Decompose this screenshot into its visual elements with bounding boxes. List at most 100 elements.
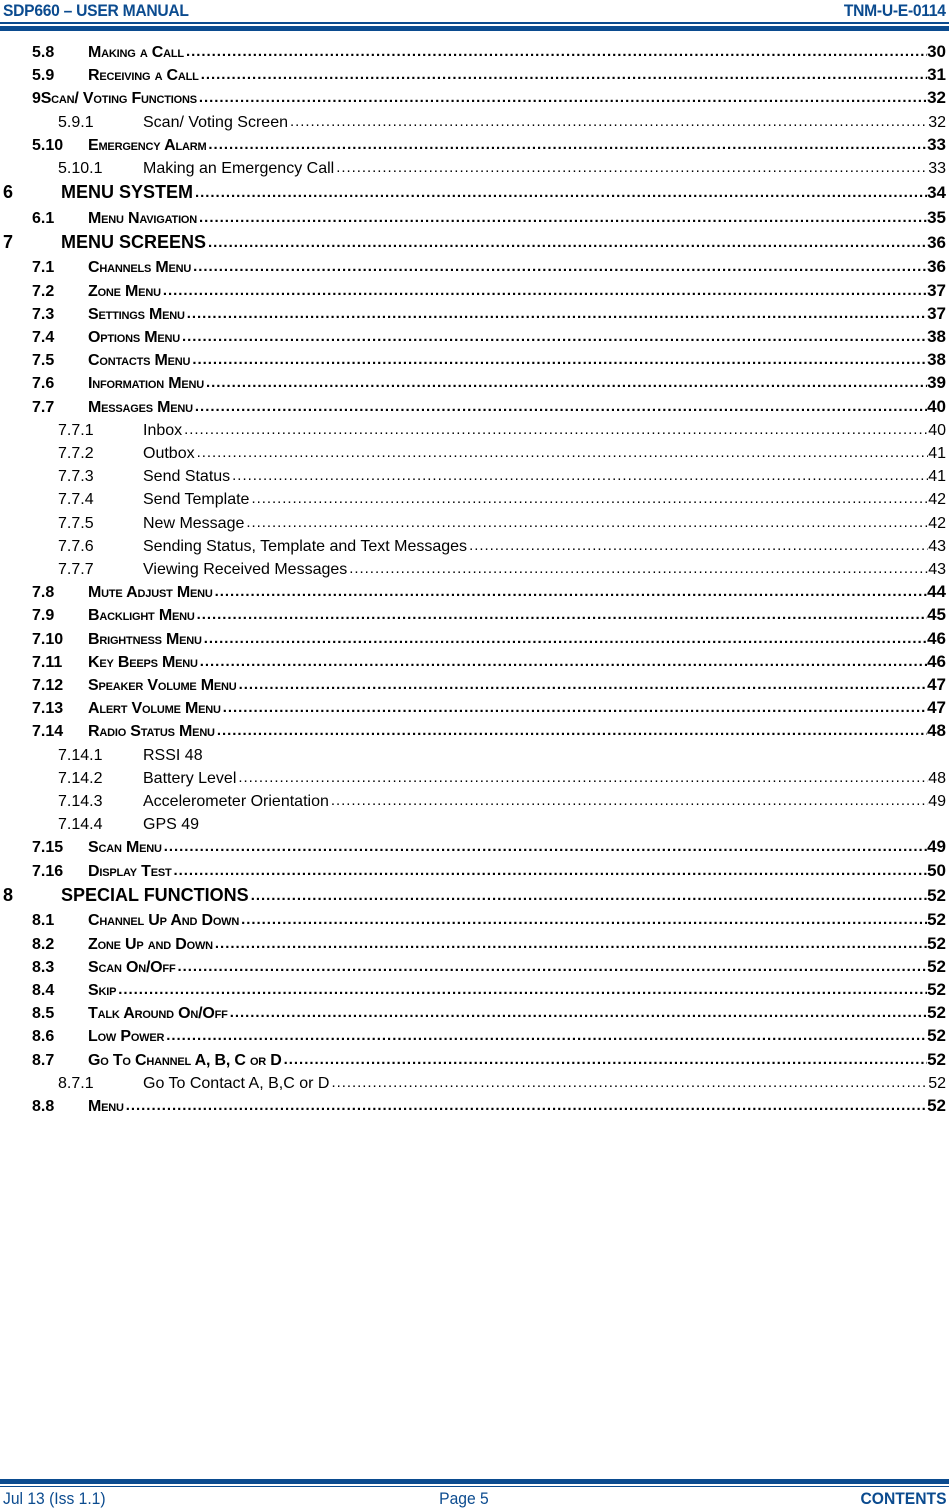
toc-entry[interactable]: 5.9.1 Scan/ Voting Screen 32 <box>0 110 949 132</box>
toc-entry-page[interactable]: 41 <box>928 468 949 486</box>
toc-entry[interactable]: 7.13 Alert Volume Menu 47 <box>0 696 949 718</box>
toc-entry-title[interactable]: Backlight Menu <box>88 607 195 625</box>
toc-entry[interactable]: 5.8 Making a Call 30 <box>0 40 949 62</box>
toc-entry[interactable]: 7.7.4 Send Template 42 <box>0 487 949 509</box>
toc-entry-title[interactable]: Emergency Alarm <box>88 137 207 155</box>
toc-entry-title[interactable]: Scan On/Off <box>88 959 176 977</box>
toc-entry-page[interactable]: 36 <box>927 233 949 253</box>
toc-entry-page[interactable]: 46 <box>927 629 949 649</box>
toc-entry-title[interactable]: Go To Contact A, B,C or D <box>143 1075 329 1093</box>
toc-entry-page[interactable]: 52 <box>927 934 949 954</box>
toc-entry-title[interactable]: Key Beeps Menu <box>88 654 198 672</box>
toc-entry-page[interactable]: 32 <box>928 114 949 132</box>
toc-entry[interactable]: 7.12 Speaker Volume Menu 47 <box>0 673 949 695</box>
toc-entry[interactable]: 7.7.5 New Message 42 <box>0 511 949 533</box>
toc-entry-title[interactable]: RSSI 48 <box>143 747 949 765</box>
toc-entry-page[interactable]: 52 <box>927 957 949 977</box>
toc-entry[interactable]: 7.7.2 Outbox 41 <box>0 441 949 463</box>
toc-entry[interactable]: 7.7.3 Send Status 41 <box>0 464 949 486</box>
toc-entry-page[interactable]: 38 <box>927 327 949 347</box>
toc-entry-title[interactable]: Accelerometer Orientation <box>143 793 329 811</box>
toc-entry[interactable]: 7.14 Radio Status Menu 48 <box>0 719 949 741</box>
toc-entry[interactable]: 7.6 Information Menu 39 <box>0 371 949 393</box>
toc-entry-title[interactable]: Send Status <box>143 468 230 486</box>
toc-entry-page[interactable]: 42 <box>928 515 949 533</box>
toc-entry-title[interactable]: MENU SCREENS <box>61 232 206 253</box>
toc-entry-page[interactable]: 49 <box>928 793 949 811</box>
toc-entry-title[interactable]: Display Test <box>88 863 172 881</box>
toc-entry-page[interactable]: 30 <box>927 42 949 62</box>
toc-entry[interactable]: 7.9 Backlight Menu 45 <box>0 603 949 625</box>
toc-entry-page[interactable]: 48 <box>927 721 949 741</box>
toc-entry-title[interactable]: Send Template <box>143 491 249 509</box>
toc-entry[interactable]: 7.14.2 Battery Level 48 <box>0 766 949 788</box>
toc-entry[interactable]: 5.10.1 Making an Emergency Call 33 <box>0 156 949 178</box>
toc-entry[interactable]: 7 MENU SCREENS 36 <box>0 231 949 253</box>
toc-entry[interactable]: 7.7.1 Inbox 40 <box>0 418 949 440</box>
toc-entry[interactable]: 8.6 Low Power 52 <box>0 1024 949 1046</box>
toc-entry-title[interactable]: Menu Navigation <box>88 210 197 228</box>
toc-entry-page[interactable]: 38 <box>927 350 949 370</box>
toc-entry-title[interactable]: Go To Channel A, B, C or D <box>88 1052 282 1070</box>
toc-entry[interactable]: 7.10 Brightness Menu 46 <box>0 627 949 649</box>
toc-entry-page[interactable]: 43 <box>928 561 949 579</box>
toc-entry-page[interactable]: 34 <box>927 183 949 203</box>
toc-entry-page[interactable]: 52 <box>927 980 949 1000</box>
toc-entry-title[interactable]: Viewing Received Messages <box>143 561 347 579</box>
toc-entry[interactable]: 7.7.7 Viewing Received Messages 43 <box>0 557 949 579</box>
toc-entry-page[interactable]: 33 <box>928 160 949 178</box>
toc-entry[interactable]: 8.8 Menu 52 <box>0 1094 949 1116</box>
toc-entry-title[interactable]: Contacts Menu <box>88 352 191 370</box>
toc-entry-page[interactable]: 52 <box>927 886 949 906</box>
toc-entry-page[interactable]: 50 <box>927 861 949 881</box>
toc-entry-page[interactable]: 52 <box>927 1096 949 1116</box>
toc-entry-page[interactable]: 47 <box>927 675 949 695</box>
toc-entry-page[interactable]: 33 <box>927 135 949 155</box>
toc-entry-page[interactable]: 37 <box>927 304 949 324</box>
toc-entry-title[interactable]: Brightness Menu <box>88 631 202 649</box>
toc-entry-title[interactable]: Information Menu <box>88 375 204 393</box>
toc-entry[interactable]: 8.7.1 Go To Contact A, B,C or D 52 <box>0 1071 949 1093</box>
toc-entry[interactable]: 7.8 Mute Adjust Menu 44 <box>0 580 949 602</box>
toc-entry[interactable]: 8 SPECIAL FUNCTIONS 52 <box>0 884 949 906</box>
toc-entry-title[interactable]: Options Menu <box>88 329 180 347</box>
toc-entry-page[interactable]: 49 <box>927 837 949 857</box>
toc-entry-page[interactable]: 44 <box>927 582 949 602</box>
toc-entry-page[interactable]: 36 <box>927 257 949 277</box>
toc-entry-page[interactable]: 52 <box>927 1050 949 1070</box>
toc-entry-title[interactable]: Battery Level <box>143 770 236 788</box>
toc-entry-page[interactable]: 32 <box>927 88 949 108</box>
toc-entry-title[interactable]: Channels Menu <box>88 259 191 277</box>
toc-entry[interactable]: 5.10 Emergency Alarm 33 <box>0 133 949 155</box>
toc-entry-title[interactable]: Zone Up and Down <box>88 936 213 954</box>
toc-entry-title[interactable]: SPECIAL FUNCTIONS <box>61 885 249 906</box>
toc-entry-title[interactable]: Menu <box>88 1098 124 1116</box>
toc-entry[interactable]: 7.2 Zone Menu 37 <box>0 279 949 301</box>
toc-entry-page[interactable]: 37 <box>927 281 949 301</box>
toc-entry-title[interactable]: Inbox <box>143 422 182 440</box>
toc-entry-page[interactable]: 31 <box>927 65 949 85</box>
toc-entry-title[interactable]: Scan Menu <box>88 839 162 857</box>
toc-entry[interactable]: 7.3 Settings Menu 37 <box>0 302 949 324</box>
toc-entry-title[interactable]: Making an Emergency Call <box>143 160 334 178</box>
toc-entry-page[interactable]: 46 <box>927 652 949 672</box>
toc-entry-page[interactable]: 41 <box>928 445 949 463</box>
toc-entry[interactable]: 7.15 Scan Menu 49 <box>0 835 949 857</box>
toc-entry-title[interactable]: Low Power <box>88 1028 164 1046</box>
toc-entry[interactable]: 6 MENU SYSTEM 34 <box>0 181 949 203</box>
toc-entry-title[interactable]: Alert Volume Menu <box>88 700 221 718</box>
toc-entry[interactable]: 7.14.4 GPS 49 <box>0 812 949 834</box>
toc-entry[interactable]: 7.16 Display Test 50 <box>0 859 949 881</box>
toc-entry[interactable]: 7.14.1 RSSI 48 <box>0 743 949 765</box>
toc-entry-title[interactable]: MENU SYSTEM <box>61 182 193 203</box>
toc-entry-page[interactable]: 39 <box>927 373 949 393</box>
toc-entry-page[interactable]: 43 <box>928 538 949 556</box>
toc-entry[interactable]: 7.5 Contacts Menu 38 <box>0 348 949 370</box>
toc-entry[interactable]: 8.3 Scan On/Off 52 <box>0 955 949 977</box>
toc-entry[interactable]: 6.1 Menu Navigation 35 <box>0 206 949 228</box>
toc-entry-page[interactable]: 52 <box>927 910 949 930</box>
toc-entry-title[interactable]: 9Scan/ Voting Functions <box>32 90 197 108</box>
toc-entry-title[interactable]: Settings Menu <box>88 306 185 324</box>
toc-entry-page[interactable]: 52 <box>927 1026 949 1046</box>
toc-entry[interactable]: 7.4 Options Menu 38 <box>0 325 949 347</box>
